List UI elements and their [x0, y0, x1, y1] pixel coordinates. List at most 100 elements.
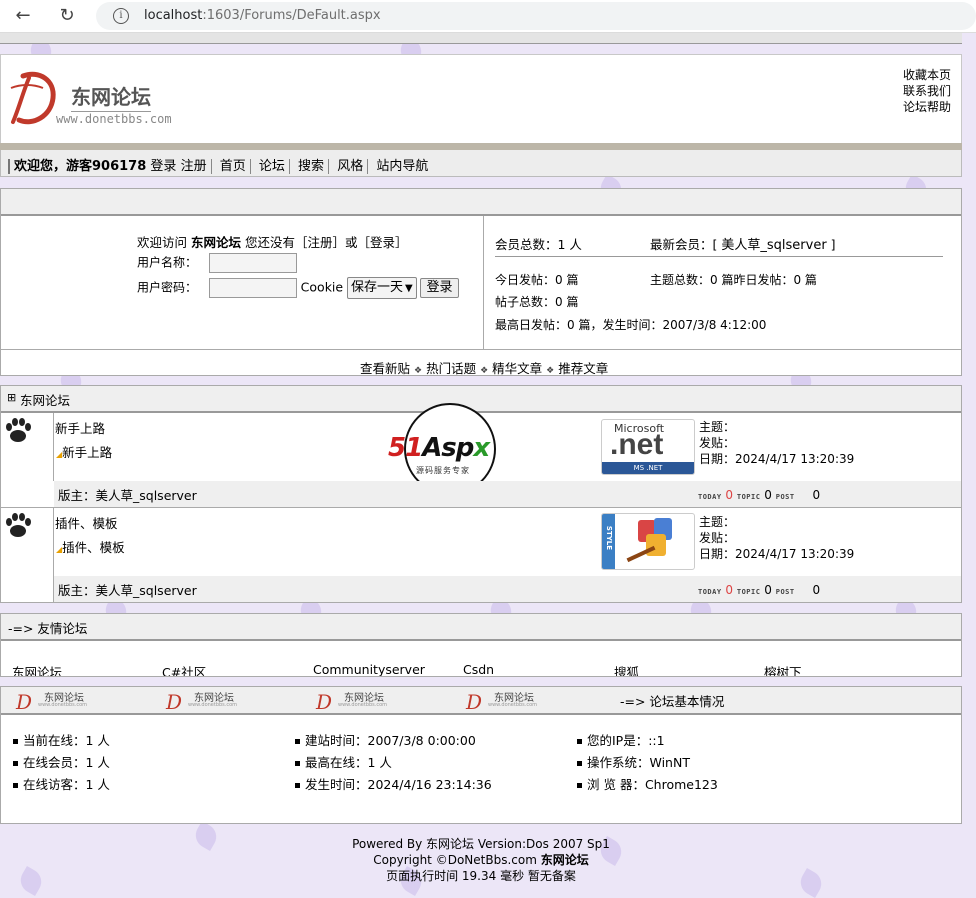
browser-toolbar: ← ↻ i localhost:1603/Forums/DeFault.aspx [0, 0, 976, 33]
dotnet-logo: Microsoft .net MS .NET [601, 419, 695, 475]
url-text: localhost:1603/Forums/DeFault.aspx [144, 8, 381, 23]
nav-register[interactable]: 注册 [181, 159, 207, 174]
stat-topics-total: 主题总数：0 篇 [650, 273, 734, 287]
date-value: 2024/4/17 13:20:39 [735, 452, 855, 466]
newest-member-label: 最新会员：[ [650, 237, 718, 252]
friend-link[interactable]: 搜狐 [614, 662, 639, 676]
friend-link[interactable]: Csdn [463, 662, 494, 676]
basic-title: -=> 论坛基本情况 [620, 694, 725, 709]
nav-search[interactable]: 搜索 [298, 159, 324, 174]
mini-logo-url: www.donetbbs.com [188, 702, 238, 708]
topic-count: 0 [764, 488, 772, 502]
cookie-select-value: 保存一天 [350, 280, 403, 295]
powered-by: Powered By 东网论坛 Version:Dos 2007 Sp1 [352, 837, 610, 851]
forum-logo-icon[interactable] [9, 70, 57, 126]
cookie-select[interactable]: 保存一天 ▼ [346, 277, 417, 299]
url-host: localhost [144, 8, 203, 23]
password-input[interactable] [208, 278, 297, 298]
reload-icon[interactable]: ↻ [56, 5, 78, 27]
welcome-suffix: 您还没有［注册］或［登录］ [245, 235, 408, 250]
post-tag: POST [775, 588, 795, 596]
stat-posts: 帖子总数：0 篇 [495, 295, 579, 309]
date-value: 2024/4/17 13:20:39 [735, 547, 855, 561]
nav-login[interactable]: 登录 [150, 159, 176, 174]
subforum-link[interactable]: ◢插件、模板 [56, 537, 125, 556]
nav-sitemap[interactable]: 站内导航 [376, 159, 428, 174]
username-input[interactable] [208, 253, 297, 273]
help-link[interactable]: 论坛帮助 [903, 99, 951, 115]
quick-recommended[interactable]: 推荐文章 [558, 361, 608, 376]
quick-new-posts[interactable]: 查看新贴 [360, 361, 410, 376]
forum-date: 日期：2024/4/17 13:20:39 [699, 450, 854, 467]
forum-row: 新手上路 ◢新手上路 51Aspx 源码服务专家 Microsoft .net … [1, 403, 961, 508]
mini-logo-icon[interactable]: D 东网论坛 www.donetbbs.com [466, 688, 556, 714]
nav-style[interactable]: 风格 [337, 159, 363, 174]
header-links: 收藏本页 联系我们 论坛帮助 [903, 67, 951, 115]
occur-time-text: 发生时间：2024/4/16 23:14:36 [305, 777, 492, 792]
address-bar[interactable]: i localhost:1603/Forums/DeFault.aspx [96, 2, 976, 30]
online-members: 在线会员：1 人 [13, 752, 110, 771]
browser-info-text: 浏 览 器：Chrome123 [587, 777, 718, 792]
logo-url: www.donetbbs.com [56, 112, 172, 126]
bookmark-link[interactable]: 收藏本页 [903, 67, 951, 83]
forum-post-label: 发贴： [699, 531, 736, 545]
subforum-name: 插件、模板 [62, 540, 125, 555]
newest-member-link[interactable]: 美人草_sqlserver [721, 238, 826, 253]
page-footer: Powered By 东网论坛 Version:Dos 2007 Sp1 Cop… [0, 836, 962, 884]
contact-link[interactable]: 联系我们 [903, 83, 951, 99]
forum-row: 插件、模板 ◢插件、模板 STYLE 主题： 发贴： 日期：2024/4/17 … [1, 508, 961, 602]
stat-yesterday: 昨日发帖：0 篇 [733, 273, 817, 287]
newest-member-end: ] [830, 237, 836, 252]
friend-link[interactable]: 榕树下 [764, 662, 802, 676]
your-ip-text: 您的IP是：::1 [587, 733, 665, 748]
watermark-subtitle: 源码服务专家 [416, 466, 470, 475]
nav-forum[interactable]: 论坛 [259, 159, 285, 174]
moderator-link[interactable]: 美人草_sqlserver [96, 583, 197, 598]
back-arrow-icon[interactable]: ← [12, 5, 34, 27]
site-header: 东网论坛 www.donetbbs.com 收藏本页 联系我们 论坛帮助 [0, 54, 962, 146]
forum-name[interactable]: 插件、模板 [55, 513, 118, 532]
username-label: 用户名称： [137, 255, 198, 270]
exec-time: 页面执行时间 19.34 毫秒 暂无备案 [386, 869, 576, 883]
mini-logo-icon[interactable]: D 东网论坛 www.donetbbs.com [16, 688, 106, 714]
friends-title: -=> 友情论坛 [8, 621, 88, 636]
copyright-forum-link[interactable]: 东网论坛 [541, 853, 589, 867]
friend-link[interactable]: C#社区 [162, 662, 206, 676]
login-button[interactable]: 登录 [420, 278, 459, 298]
category-title[interactable]: 东网论坛 [20, 390, 70, 409]
subforum-link[interactable]: ◢新手上路 [56, 442, 112, 461]
basic-header: D 东网论坛 www.donetbbs.com D 东网论坛 www.donet… [1, 687, 961, 715]
login-stats-panel: 欢迎访问 东网论坛 您还没有［注册］或［登录］ 用户名称： 用户密码： Cook… [0, 188, 962, 376]
moderator-line: 版主：美人草_sqlserver [58, 580, 197, 599]
mini-logo-icon[interactable]: D 东网论坛 www.donetbbs.com [316, 688, 406, 714]
forum-date: 日期：2024/4/17 13:20:39 [699, 545, 854, 562]
friend-forums-panel: -=> 友情论坛 东网论坛 C#社区 Communityserver Csdn … [0, 613, 962, 677]
today-tag: TODAY [698, 493, 722, 501]
top-strip [0, 33, 962, 44]
online-now-text: 当前在线：1 人 [23, 733, 110, 748]
stat-newest-member: 最新会员：[ 美人草_sqlserver ] [650, 234, 836, 253]
welcome-text: 欢迎您，游客906178 [14, 159, 147, 174]
chevron-down-icon: ▼ [404, 283, 413, 294]
quick-hot-topics[interactable]: 热门话题 [426, 361, 476, 376]
url-path: :1603/Forums/DeFault.aspx [202, 8, 381, 23]
mini-logo-url: www.donetbbs.com [488, 702, 538, 708]
quick-essence[interactable]: 精华文章 [492, 361, 542, 376]
operating-system-text: 操作系统：WinNT [587, 755, 690, 770]
topic-tag: TOPIC [736, 588, 761, 596]
stat-today: 今日发帖：0 篇 [495, 273, 579, 287]
stat-members: 会员总数：1 人 [495, 237, 582, 252]
mini-logo-url: www.donetbbs.com [338, 702, 388, 708]
operating-system: 操作系统：WinNT [577, 752, 690, 771]
mini-logo-icon[interactable]: D 东网论坛 www.donetbbs.com [166, 688, 256, 714]
expand-icon[interactable]: ⊞ [7, 391, 16, 404]
friend-link[interactable]: 东网论坛 [12, 662, 62, 676]
today-tag: TODAY [698, 588, 722, 596]
forum-name[interactable]: 新手上路 [55, 418, 105, 437]
forum-topic-label: 主题： [699, 515, 736, 529]
friend-link[interactable]: Communityserver [313, 662, 425, 676]
nav-home[interactable]: 首页 [220, 159, 246, 174]
copyright-text: Copyright ©DoNetBbs.com [373, 853, 537, 867]
moderator-link[interactable]: 美人草_sqlserver [96, 488, 197, 503]
info-icon[interactable]: i [113, 8, 129, 24]
